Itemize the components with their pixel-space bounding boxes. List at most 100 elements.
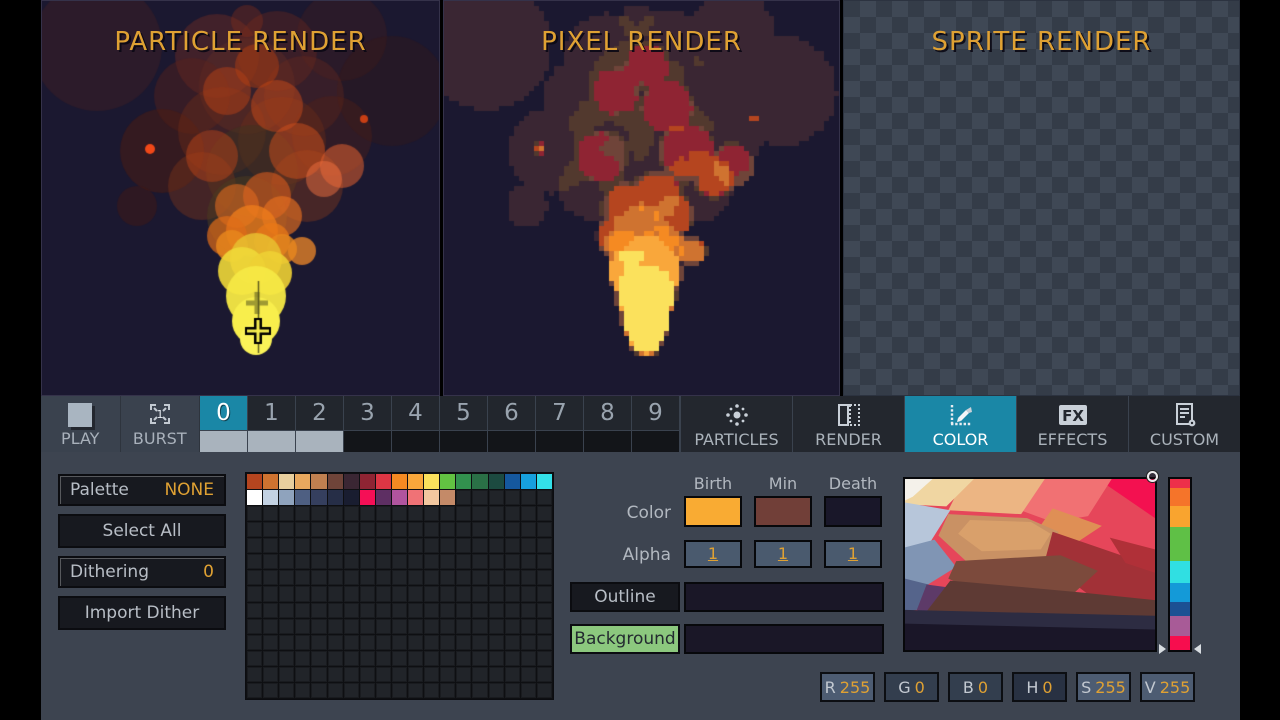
palette-empty-cell[interactable] <box>537 651 552 666</box>
palette-empty-cell[interactable] <box>263 586 278 601</box>
palette-empty-cell[interactable] <box>295 538 310 553</box>
palette-empty-cell[interactable] <box>537 635 552 650</box>
palette-empty-cell[interactable] <box>472 651 487 666</box>
palette-empty-cell[interactable] <box>376 651 391 666</box>
palette-empty-cell[interactable] <box>521 635 536 650</box>
palette-empty-cell[interactable] <box>279 603 294 618</box>
tab-particles[interactable]: PARTICLES <box>681 396 792 452</box>
sv-selector-ring[interactable] <box>1147 471 1158 482</box>
palette-empty-cell[interactable] <box>489 667 504 682</box>
palette-empty-cell[interactable] <box>408 635 423 650</box>
palette-empty-cell[interactable] <box>424 522 439 537</box>
palette-empty-cell[interactable] <box>472 619 487 634</box>
palette-empty-cell[interactable] <box>344 522 359 537</box>
palette-empty-cell[interactable] <box>328 667 343 682</box>
palette-empty-cell[interactable] <box>311 538 326 553</box>
palette-empty-cell[interactable] <box>295 603 310 618</box>
pixel-render-canvas[interactable] <box>444 1 840 395</box>
palette-selector[interactable]: Palette NONE <box>58 474 226 506</box>
palette-empty-cell[interactable] <box>311 667 326 682</box>
palette-empty-cell[interactable] <box>489 490 504 505</box>
palette-empty-cell[interactable] <box>392 506 407 521</box>
palette-color-cell[interactable] <box>263 474 278 489</box>
palette-empty-cell[interactable] <box>392 554 407 569</box>
palette-empty-cell[interactable] <box>537 570 552 585</box>
palette-empty-cell[interactable] <box>505 522 520 537</box>
palette-empty-cell[interactable] <box>311 635 326 650</box>
palette-empty-cell[interactable] <box>408 651 423 666</box>
h-value-field[interactable]: H0 <box>1012 672 1067 702</box>
palette-empty-cell[interactable] <box>328 506 343 521</box>
palette-empty-cell[interactable] <box>376 506 391 521</box>
import-dither-button[interactable]: Import Dither <box>58 596 226 630</box>
palette-empty-cell[interactable] <box>263 603 278 618</box>
palette-empty-cell[interactable] <box>263 667 278 682</box>
palette-empty-cell[interactable] <box>521 570 536 585</box>
palette-empty-cell[interactable] <box>521 522 536 537</box>
palette-empty-cell[interactable] <box>472 538 487 553</box>
palette-empty-cell[interactable] <box>328 554 343 569</box>
palette-empty-cell[interactable] <box>521 554 536 569</box>
palette-empty-cell[interactable] <box>360 506 375 521</box>
death-color-swatch[interactable] <box>824 496 882 527</box>
palette-empty-cell[interactable] <box>408 522 423 537</box>
palette-empty-cell[interactable] <box>295 506 310 521</box>
palette-empty-cell[interactable] <box>263 651 278 666</box>
palette-empty-cell[interactable] <box>456 651 471 666</box>
palette-empty-cell[interactable] <box>295 667 310 682</box>
palette-empty-cell[interactable] <box>328 603 343 618</box>
palette-empty-cell[interactable] <box>472 635 487 650</box>
palette-empty-cell[interactable] <box>247 570 262 585</box>
hue-band[interactable] <box>1170 527 1190 561</box>
palette-empty-cell[interactable] <box>279 586 294 601</box>
palette-color-cell[interactable] <box>279 490 294 505</box>
outline-button[interactable]: Outline <box>570 582 680 612</box>
palette-empty-cell[interactable] <box>489 586 504 601</box>
palette-empty-cell[interactable] <box>440 667 455 682</box>
palette-empty-cell[interactable] <box>489 554 504 569</box>
palette-empty-cell[interactable] <box>344 603 359 618</box>
dithering-field[interactable]: Dithering 0 <box>58 556 226 588</box>
palette-empty-cell[interactable] <box>344 586 359 601</box>
palette-empty-cell[interactable] <box>440 651 455 666</box>
palette-empty-cell[interactable] <box>392 522 407 537</box>
palette-empty-cell[interactable] <box>311 570 326 585</box>
slot-tab-7[interactable]: 7 <box>536 396 583 452</box>
palette-empty-cell[interactable] <box>311 554 326 569</box>
palette-empty-cell[interactable] <box>344 506 359 521</box>
palette-color-cell[interactable] <box>472 474 487 489</box>
palette-empty-cell[interactable] <box>360 554 375 569</box>
palette-empty-cell[interactable] <box>311 586 326 601</box>
tab-effects[interactable]: FXEFFECTS <box>1017 396 1128 452</box>
palette-color-cell[interactable] <box>489 474 504 489</box>
palette-empty-cell[interactable] <box>537 619 552 634</box>
palette-empty-cell[interactable] <box>247 554 262 569</box>
palette-empty-cell[interactable] <box>521 667 536 682</box>
particle-render-canvas[interactable] <box>42 1 439 395</box>
hue-marker-right-icon[interactable] <box>1194 644 1201 654</box>
hue-bar[interactable] <box>1168 477 1192 652</box>
palette-empty-cell[interactable] <box>424 554 439 569</box>
palette-empty-cell[interactable] <box>279 619 294 634</box>
palette-empty-cell[interactable] <box>279 522 294 537</box>
palette-color-cell[interactable] <box>408 474 423 489</box>
hue-band[interactable] <box>1170 561 1190 583</box>
palette-empty-cell[interactable] <box>328 619 343 634</box>
palette-empty-cell[interactable] <box>279 635 294 650</box>
play-button[interactable]: PLAY <box>41 396 121 452</box>
palette-empty-cell[interactable] <box>392 683 407 698</box>
slot-tab-9[interactable]: 9 <box>632 396 679 452</box>
palette-empty-cell[interactable] <box>489 603 504 618</box>
palette-empty-cell[interactable] <box>456 683 471 698</box>
palette-empty-cell[interactable] <box>295 522 310 537</box>
palette-empty-cell[interactable] <box>279 570 294 585</box>
palette-color-cell[interactable] <box>311 474 326 489</box>
g-value-field[interactable]: G0 <box>884 672 939 702</box>
palette-empty-cell[interactable] <box>295 635 310 650</box>
palette-empty-cell[interactable] <box>472 570 487 585</box>
palette-empty-cell[interactable] <box>456 570 471 585</box>
palette-empty-cell[interactable] <box>424 635 439 650</box>
palette-empty-cell[interactable] <box>263 683 278 698</box>
palette-color-cell[interactable] <box>360 474 375 489</box>
palette-empty-cell[interactable] <box>456 554 471 569</box>
